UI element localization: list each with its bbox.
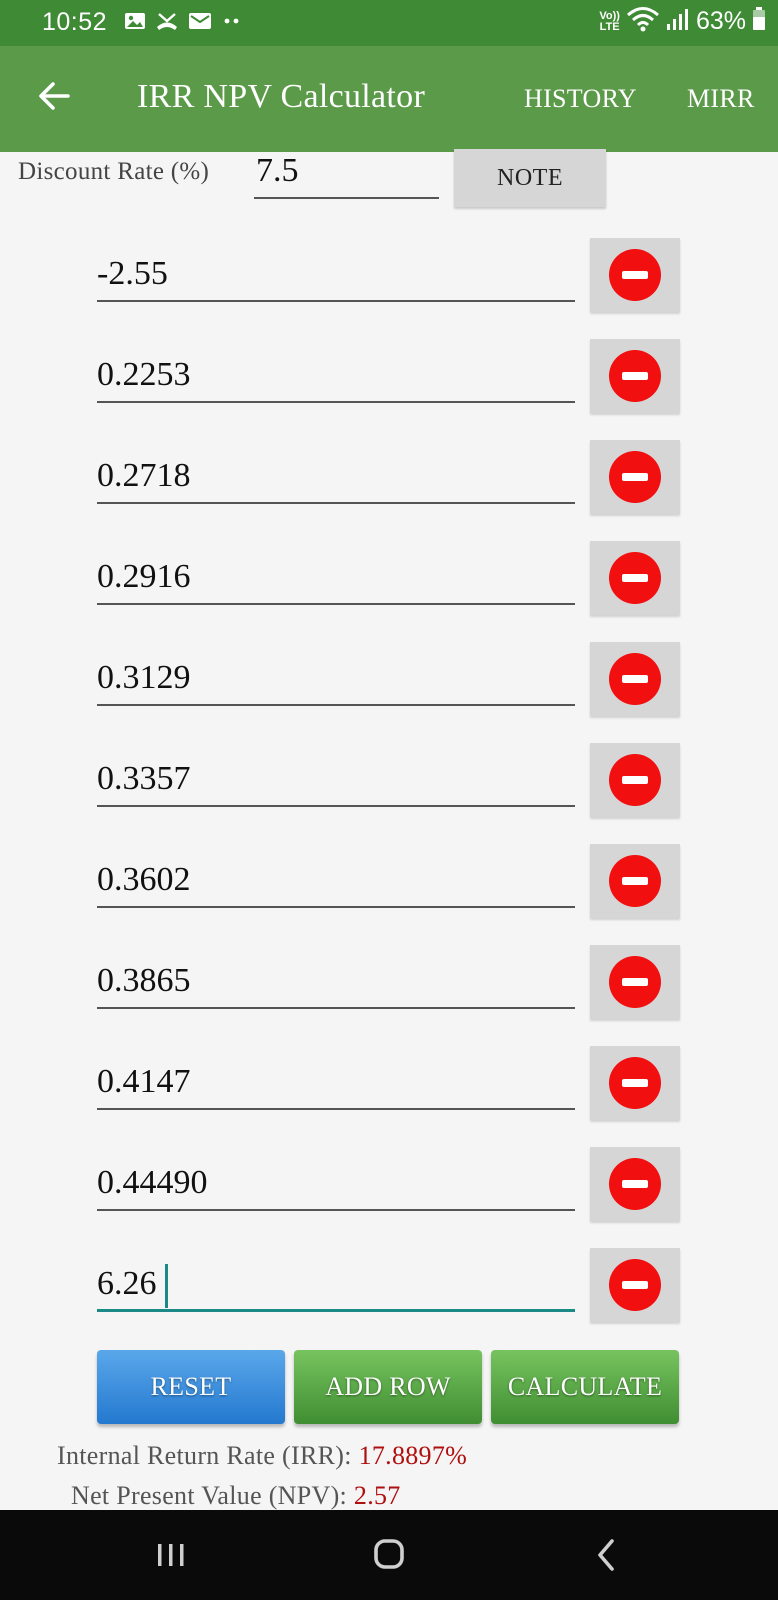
cash-flow-input[interactable] [97, 755, 575, 807]
remove-row-button[interactable] [590, 945, 680, 1019]
reset-button[interactable]: RESET [97, 1350, 285, 1424]
remove-row-button[interactable] [590, 541, 680, 615]
cash-flow-row [0, 236, 778, 337]
cash-flow-row [0, 337, 778, 438]
cash-flow-input[interactable] [97, 452, 575, 504]
missed-call-icon [155, 11, 179, 36]
irr-value: 17.8897% [358, 1441, 468, 1470]
cash-flow-row [0, 640, 778, 741]
cash-flow-row-active [0, 1246, 778, 1347]
cash-flow-input[interactable] [97, 1058, 575, 1110]
volte-label: Vo)) [599, 9, 620, 22]
remove-row-button[interactable] [590, 743, 680, 817]
text-cursor [165, 1264, 168, 1308]
cash-flow-row [0, 1044, 778, 1145]
status-time: 10:52 [42, 8, 108, 36]
history-button[interactable]: HISTORY [524, 84, 637, 114]
cash-flow-row [0, 539, 778, 640]
remove-circle-icon [609, 552, 661, 604]
status-bar: 10:52 Vo)) LTE 63% [0, 0, 778, 46]
remove-circle-icon [609, 1057, 661, 1109]
remove-circle-icon [609, 451, 661, 503]
home-icon[interactable] [359, 1530, 419, 1580]
cash-flow-row [0, 741, 778, 842]
remove-circle-icon [609, 1158, 661, 1210]
cash-flow-input[interactable] [97, 250, 575, 302]
npv-result: Net Present Value (NPV): 2.57 [71, 1481, 401, 1511]
system-status: Vo)) LTE 63% [599, 6, 766, 37]
npv-label: Net Present Value (NPV) [71, 1481, 340, 1510]
irr-label: Internal Return Rate (IRR) [57, 1441, 345, 1470]
image-icon [124, 11, 146, 36]
discount-rate-input[interactable] [254, 149, 439, 199]
npv-value: 2.57 [353, 1481, 401, 1510]
cash-flow-input-focused[interactable] [97, 1260, 575, 1312]
cash-flow-input[interactable] [97, 957, 575, 1009]
remove-circle-icon [609, 1259, 661, 1311]
cash-flow-row [0, 438, 778, 539]
back-arrow-icon[interactable] [36, 78, 72, 114]
remove-circle-icon [609, 956, 661, 1008]
signal-icon [666, 6, 690, 37]
remove-circle-icon [609, 855, 661, 907]
irr-separator: : [344, 1441, 352, 1470]
more-dots-icon [221, 11, 243, 36]
calculate-button[interactable]: CALCULATE [491, 1350, 679, 1424]
wifi-icon [626, 6, 660, 37]
remove-row-button[interactable] [590, 440, 680, 514]
add-row-button[interactable]: ADD ROW [294, 1350, 482, 1424]
cash-flow-row [0, 1145, 778, 1246]
remove-circle-icon [609, 249, 661, 301]
remove-row-button[interactable] [590, 238, 680, 312]
notification-icons [124, 11, 243, 36]
remove-row-button[interactable] [590, 339, 680, 413]
battery-icon [752, 6, 766, 37]
battery-percent: 63% [695, 7, 746, 35]
cash-flow-input[interactable] [97, 553, 575, 605]
npv-separator: : [339, 1481, 348, 1510]
app-bar: IRR NPV Calculator HISTORY MIRR [0, 46, 778, 152]
remove-row-button[interactable] [590, 1147, 680, 1221]
recent-apps-icon[interactable] [141, 1530, 201, 1580]
irr-result: Internal Return Rate (IRR): 17.8897% [57, 1441, 467, 1471]
cash-flow-input[interactable] [97, 1159, 575, 1211]
volte-indicator: Vo)) LTE [599, 9, 620, 33]
remove-circle-icon [609, 754, 661, 806]
remove-row-button[interactable] [590, 1046, 680, 1120]
remove-row-button[interactable] [590, 642, 680, 716]
discount-rate-label: Discount Rate (%) [18, 158, 210, 185]
remove-row-button[interactable] [590, 844, 680, 918]
remove-row-button[interactable] [590, 1248, 680, 1322]
back-icon[interactable] [577, 1530, 637, 1580]
cash-flow-input[interactable] [97, 654, 575, 706]
navigation-bar [0, 1510, 778, 1600]
app-title: IRR NPV Calculator [137, 78, 426, 115]
cash-flow-input[interactable] [97, 351, 575, 403]
note-button[interactable]: NOTE [454, 149, 606, 207]
cash-flow-row [0, 842, 778, 943]
lte-label: LTE [599, 20, 620, 33]
mail-icon [188, 11, 212, 36]
remove-circle-icon [609, 350, 661, 402]
remove-circle-icon [609, 653, 661, 705]
mirr-button[interactable]: MIRR [687, 84, 755, 114]
cash-flow-row [0, 943, 778, 1044]
cash-flow-input[interactable] [97, 856, 575, 908]
